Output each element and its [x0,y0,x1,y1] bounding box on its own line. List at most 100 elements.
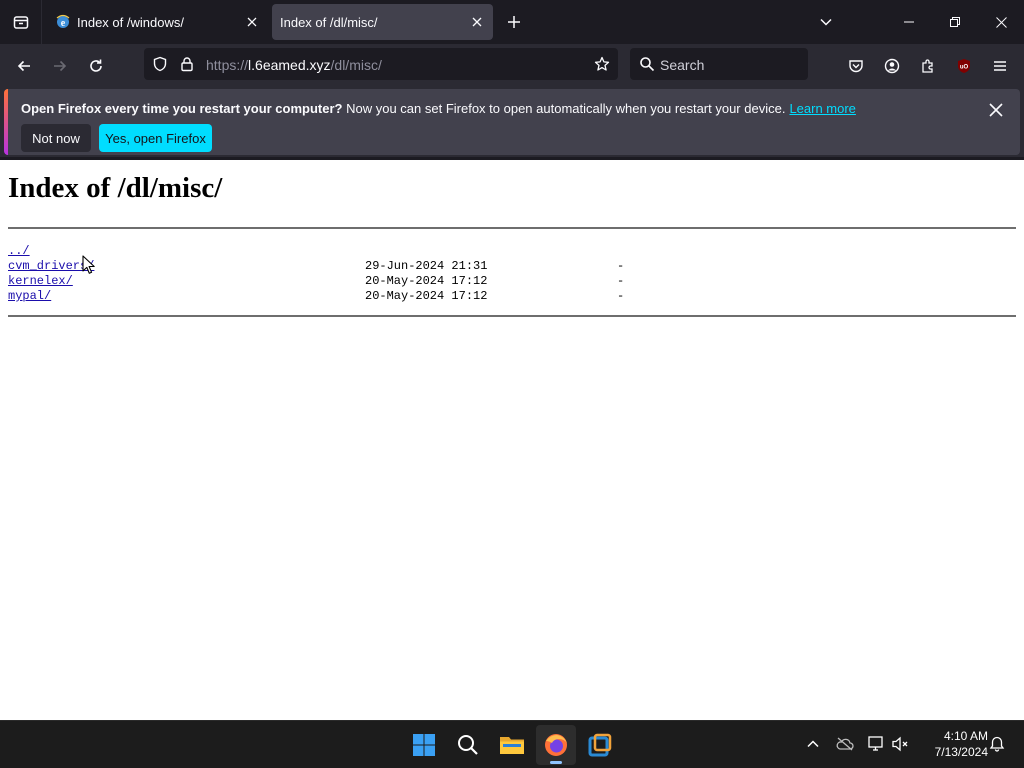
learn-more-link[interactable]: Learn more [789,101,855,116]
show-hidden-icons-button[interactable] [802,733,824,755]
chevron-up-icon [807,740,819,748]
virtualbox-icon [588,733,612,757]
entry-size: - [617,274,625,288]
entry-date: 29-Jun-2024 21:31 [365,259,488,273]
reload-icon [90,59,102,72]
volume-tray-button[interactable] [890,733,912,755]
entry-link-mypal[interactable]: mypal/ [8,289,51,304]
close-icon [472,17,482,27]
minimize-button[interactable] [886,0,932,44]
notifications-button[interactable] [986,733,1008,755]
firefox-view-icon [13,16,28,29]
windows-start-icon [413,734,435,756]
entry-link-kernelex[interactable]: kernelex/ [8,274,73,289]
notification-body: Now you can set Firefox to open automati… [346,101,786,116]
hamburger-menu-icon [994,61,1006,71]
divider [8,315,1016,317]
list-all-tabs-button[interactable] [814,10,838,34]
clock-time: 4:10 AM [943,729,988,743]
bell-icon [989,736,1005,752]
search-bar[interactable]: Search [630,48,808,80]
firefox-icon [545,734,567,756]
close-icon [247,17,257,27]
start-button[interactable] [404,725,444,765]
navigation-toolbar: https://l.6eamed.xyz/dl/misc/ Search uO [0,44,1024,88]
tab-dl-misc[interactable]: Index of /dl/misc/ [272,4,493,40]
bookmark-star-icon[interactable] [594,56,610,72]
tab-windows[interactable]: e Index of /windows/ [46,4,268,40]
lock-icon[interactable] [179,56,195,72]
minimize-icon [904,21,914,23]
divider [8,227,1016,229]
onedrive-offline-icon [836,737,854,751]
tab-close-button[interactable] [467,12,487,32]
page-title: Index of /dl/misc/ [8,172,223,204]
svg-text:e: e [61,18,66,29]
account-icon [884,58,900,74]
close-icon [995,16,1007,28]
search-icon [640,57,655,72]
extensions-button[interactable] [914,52,942,80]
ie-page-icon: e [56,14,70,29]
windows-taskbar: 4:10 AM 7/13/2024 [0,720,1024,768]
close-window-button[interactable] [978,0,1024,44]
page-content: Index of /dl/misc/ ../ cvm_drivers/ 29-J… [0,160,1024,720]
list-item: mypal/ 20-May-2024 17:12 - [8,289,708,304]
taskbar-search-button[interactable] [448,725,488,765]
restore-icon [950,17,960,27]
file-explorer-icon [500,737,524,754]
entry-date: 20-May-2024 17:12 [365,274,488,288]
virtualbox-button[interactable] [580,725,620,765]
tracking-protection-shield-icon[interactable] [152,56,168,72]
tab-close-button[interactable] [242,12,262,32]
notification-message: Open Firefox every time you restart your… [21,101,856,116]
url-path: /dl/misc/ [330,57,382,73]
list-item: cvm_drivers/ 29-Jun-2024 21:31 - [8,259,708,274]
tab-title: Index of /windows/ [77,15,184,30]
active-app-indicator [550,761,562,764]
entry-date: 20-May-2024 17:12 [365,289,488,303]
firefox-taskbar-button[interactable] [536,725,576,765]
firefox-view-button[interactable] [0,0,42,44]
puzzle-piece-icon [922,59,933,73]
restore-button[interactable] [932,0,978,44]
chevron-down-icon [820,18,832,26]
back-button[interactable] [10,52,38,80]
address-bar[interactable]: https://l.6eamed.xyz/dl/misc/ [144,48,618,80]
ublock-origin-icon: uO [958,59,970,73]
new-tab-button[interactable] [502,10,526,34]
url-scheme: https:// [206,57,249,73]
tab-title: Index of /dl/misc/ [280,15,378,30]
directory-listing: ../ cvm_drivers/ 29-Jun-2024 21:31 - ker… [8,244,708,304]
clock-date: 7/13/2024 [934,745,988,759]
back-arrow-icon [17,60,30,72]
mouse-cursor-icon [82,255,95,274]
reload-button[interactable] [82,52,110,80]
url-text[interactable]: https://l.6eamed.xyz/dl/misc/ [206,57,382,73]
account-button[interactable] [878,52,906,80]
parent-directory-link[interactable]: ../ [8,244,30,259]
pocket-button[interactable] [842,52,870,80]
file-explorer-button[interactable] [492,725,532,765]
notification-close-button[interactable] [984,98,1008,122]
taskbar-clock[interactable]: 4:10 AM 7/13/2024 [916,728,988,760]
pocket-icon [849,60,863,73]
entry-size: - [617,259,625,273]
ublock-origin-button[interactable]: uO [950,52,978,80]
speaker-muted-icon [892,736,908,752]
forward-arrow-icon [54,60,67,72]
network-icon [868,736,883,751]
url-host: l.6eamed.xyz [248,57,331,73]
list-item: kernelex/ 20-May-2024 17:12 - [8,274,708,289]
entry-size: - [617,289,625,303]
notification-title: Open Firefox every time you restart your… [21,101,343,116]
onedrive-tray-button[interactable] [834,733,856,755]
search-placeholder: Search [660,57,705,73]
app-menu-button[interactable] [986,52,1014,80]
network-tray-button[interactable] [866,733,888,755]
not-now-button[interactable]: Not now [21,124,91,152]
forward-button[interactable] [46,52,74,80]
yes-open-firefox-button[interactable]: Yes, open Firefox [99,124,212,152]
plus-icon [508,16,520,28]
tab-strip: e Index of /windows/ Index of /dl/misc/ [0,0,1024,44]
